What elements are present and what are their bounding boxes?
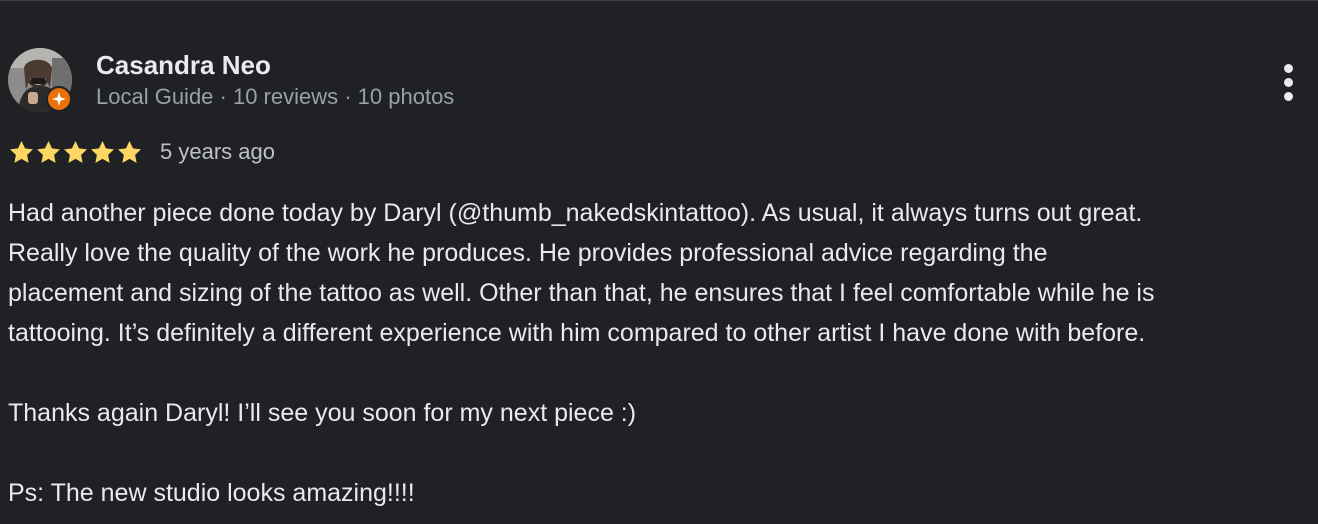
review-blank-line: [8, 353, 1314, 393]
more-vert-icon-dot: [1284, 92, 1293, 101]
star-icon: [118, 140, 141, 163]
review-line: Had another piece done today by Daryl (@…: [8, 199, 1143, 227]
review-blank-line: [8, 433, 1314, 473]
star-rating: [8, 137, 143, 167]
review-line: Really love the quality of the work he p…: [8, 239, 1048, 267]
more-options-button[interactable]: [1270, 58, 1306, 102]
local-guide-badge-icon: [46, 86, 72, 112]
more-vert-icon: [1284, 64, 1293, 73]
star-icon: [10, 140, 33, 163]
top-divider: [0, 0, 1318, 1]
review-line: Thanks again Daryl! I’ll see you soon fo…: [8, 399, 637, 427]
reviewer-avatar[interactable]: [8, 48, 72, 112]
reviewer-meta[interactable]: Local Guide · 10 reviews · 10 photos: [96, 84, 454, 110]
star-icon: [37, 140, 60, 163]
review-text: Had another piece done today by Daryl (@…: [8, 193, 1314, 513]
review-date: 5 years ago: [160, 139, 275, 164]
review-line: placement and sizing of the tattoo as we…: [8, 279, 1155, 307]
star-icon: [91, 140, 114, 163]
reviewer-name[interactable]: Casandra Neo: [96, 50, 271, 81]
review-line: tattooing. It’s definitely a different e…: [8, 319, 1146, 347]
review-line: Ps: The new studio looks amazing!!!!: [8, 479, 415, 507]
star-icon: [64, 140, 87, 163]
more-vert-icon-dot: [1284, 78, 1293, 87]
